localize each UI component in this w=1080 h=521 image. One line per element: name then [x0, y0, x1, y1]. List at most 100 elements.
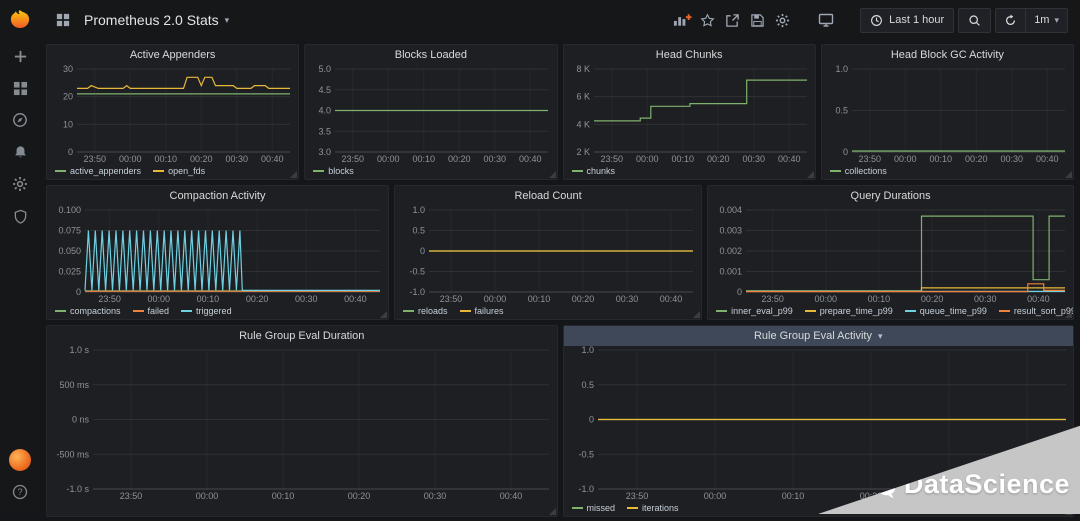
dashboard-settings-gear-icon[interactable] — [770, 8, 795, 32]
legend-item-triggered[interactable]: triggered — [181, 306, 232, 316]
svg-text:00:40: 00:40 — [660, 294, 683, 304]
svg-text:0.003: 0.003 — [720, 226, 743, 236]
dashboards-icon[interactable] — [0, 72, 40, 104]
legend-swatch — [133, 310, 144, 312]
explore-icon[interactable] — [0, 104, 40, 136]
svg-text:1.0: 1.0 — [835, 65, 848, 74]
legend-active-appenders: active_appenders open_fds — [47, 165, 298, 179]
svg-text:00:40: 00:40 — [344, 294, 367, 304]
svg-text:-1.0 s: -1.0 s — [66, 484, 89, 494]
legend-item-open_fds[interactable]: open_fds — [153, 166, 205, 176]
legend-item-missed[interactable]: missed — [572, 503, 616, 513]
dashboard-title-text: Prometheus 2.0 Stats — [84, 12, 219, 28]
alerting-bell-icon[interactable] — [0, 136, 40, 168]
panel-title-query-durations[interactable]: Query Durations — [708, 186, 1073, 206]
panel-resize-handle[interactable] — [549, 171, 556, 178]
svg-text:00:00: 00:00 — [377, 154, 400, 164]
user-avatar[interactable] — [0, 444, 40, 476]
refresh-interval-dropdown[interactable]: 1m ▾ — [1025, 8, 1068, 33]
panel-resize-handle[interactable] — [807, 171, 814, 178]
save-button[interactable] — [745, 8, 770, 32]
svg-text:00:10: 00:10 — [413, 154, 436, 164]
svg-text:?: ? — [17, 487, 22, 497]
svg-text:0: 0 — [420, 246, 425, 256]
svg-text:00:40: 00:40 — [500, 491, 523, 501]
svg-text:00:20: 00:20 — [921, 294, 944, 304]
svg-text:00:30: 00:30 — [1000, 154, 1023, 164]
legend-swatch — [153, 170, 164, 172]
server-admin-shield-icon[interactable] — [0, 200, 40, 232]
svg-text:00:30: 00:30 — [225, 154, 248, 164]
chart-canvas: -1.0 s-500 ms0 ns500 ms1.0 s23:5000:0000… — [47, 346, 557, 502]
panel-title-compaction-activity[interactable]: Compaction Activity — [47, 186, 388, 206]
panel-resize-handle[interactable] — [693, 311, 700, 318]
legend-item-failed[interactable]: failed — [133, 306, 170, 316]
refresh-button[interactable] — [995, 8, 1025, 33]
dashboard-picker-grid-icon[interactable] — [50, 8, 75, 32]
svg-text:23:50: 23:50 — [83, 154, 106, 164]
svg-text:00:00: 00:00 — [635, 154, 658, 164]
legend-item-iterations[interactable]: iterations — [627, 503, 679, 513]
svg-text:00:00: 00:00 — [196, 491, 219, 501]
grafana-logo[interactable] — [0, 0, 40, 40]
panel-title-active-appenders[interactable]: Active Appenders — [47, 45, 298, 65]
panel-title-head-chunks[interactable]: Head Chunks — [564, 45, 815, 65]
tv-cycle-view-icon[interactable] — [813, 8, 838, 32]
panel-title-head-block-gc[interactable]: Head Block GC Activity — [822, 45, 1073, 65]
legend-item-blocks[interactable]: blocks — [313, 166, 354, 176]
chevron-down-icon: ▾ — [878, 331, 883, 341]
panel-resize-handle[interactable] — [290, 171, 297, 178]
legend-item-active_appenders[interactable]: active_appenders — [55, 166, 141, 176]
legend-item-result_sort_p99[interactable]: result_sort_p99 — [999, 306, 1073, 316]
top-navbar: Prometheus 2.0 Stats ▾ Last 1 hour — [40, 0, 1080, 40]
panel-resize-handle[interactable] — [1065, 311, 1072, 318]
chart-head-block-gc[interactable]: 00.51.023:5000:0000:1000:2000:3000:40 — [822, 65, 1073, 165]
legend-item-queue_time_p99[interactable]: queue_time_p99 — [905, 306, 987, 316]
legend-item-collections[interactable]: collections — [830, 166, 887, 176]
panel-resize-handle[interactable] — [380, 311, 387, 318]
legend-swatch — [716, 310, 727, 312]
svg-text:23:50: 23:50 — [858, 154, 881, 164]
dashboard-area: Active Appenders010203023:5000:0000:1000… — [40, 40, 1080, 521]
legend-reload-count: reloads failures — [395, 305, 701, 319]
chart-compaction-activity[interactable]: 00.0250.0500.0750.10023:5000:0000:1000:2… — [47, 206, 388, 305]
svg-text:0.5: 0.5 — [835, 106, 848, 116]
panel-head-chunks: Head Chunks2 K4 K6 K8 K23:5000:0000:1000… — [563, 44, 816, 180]
chart-reload-count[interactable]: -1.0-0.500.51.023:5000:0000:1000:2000:30… — [395, 206, 701, 305]
chart-query-durations[interactable]: 00.0010.0020.0030.00423:5000:0000:1000:2… — [708, 206, 1073, 305]
svg-text:3.5: 3.5 — [319, 126, 332, 136]
legend-item-prepare_time_p99[interactable]: prepare_time_p99 — [805, 306, 893, 316]
dashboard-title[interactable]: Prometheus 2.0 Stats ▾ — [84, 12, 229, 28]
chevron-down-icon: ▾ — [1054, 15, 1059, 26]
legend-item-compactions[interactable]: compactions — [55, 306, 121, 316]
chart-blocks-loaded[interactable]: 3.03.54.04.55.023:5000:0000:1000:2000:30… — [305, 65, 556, 165]
chart-canvas: -1.0-0.500.51.023:5000:0000:1000:2000:30… — [395, 206, 701, 305]
svg-text:-500 ms: -500 ms — [56, 449, 89, 459]
sidebar-bottom: ? — [0, 426, 40, 508]
star-button[interactable] — [695, 8, 720, 32]
panel-title-reload-count[interactable]: Reload Count — [395, 186, 701, 206]
time-range-picker[interactable]: Last 1 hour — [860, 8, 954, 33]
panel-resize-handle[interactable] — [1065, 171, 1072, 178]
svg-text:00:30: 00:30 — [424, 491, 447, 501]
legend-item-failures[interactable]: failures — [460, 306, 504, 316]
panel-title-rule-group-eval-activity[interactable]: Rule Group Eval Activity▾ — [564, 326, 1074, 346]
panel-title-blocks-loaded[interactable]: Blocks Loaded — [305, 45, 556, 65]
legend-item-chunks[interactable]: chunks — [572, 166, 616, 176]
chart-head-chunks[interactable]: 2 K4 K6 K8 K23:5000:0000:1000:2000:3000:… — [564, 65, 815, 165]
chart-active-appenders[interactable]: 010203023:5000:0000:1000:2000:3000:40 — [47, 65, 298, 165]
zoom-out-button[interactable] — [958, 8, 991, 33]
share-button[interactable] — [720, 8, 745, 32]
help-icon[interactable]: ? — [0, 476, 40, 508]
svg-text:-1.0: -1.0 — [409, 287, 425, 297]
chart-canvas: 00.0010.0020.0030.00423:5000:0000:1000:2… — [708, 206, 1073, 305]
panel-title-rule-group-eval-duration[interactable]: Rule Group Eval Duration — [47, 326, 557, 346]
svg-text:0.025: 0.025 — [58, 267, 81, 277]
add-panel-button[interactable] — [670, 8, 695, 32]
legend-item-reloads[interactable]: reloads — [403, 306, 448, 316]
chart-rule-group-eval-duration[interactable]: -1.0 s-500 ms0 ns500 ms1.0 s23:5000:0000… — [47, 346, 557, 502]
legend-item-inner_eval_p99[interactable]: inner_eval_p99 — [716, 306, 793, 316]
create-icon[interactable] — [0, 40, 40, 72]
configuration-gear-icon[interactable] — [0, 168, 40, 200]
legend-swatch — [627, 507, 638, 509]
